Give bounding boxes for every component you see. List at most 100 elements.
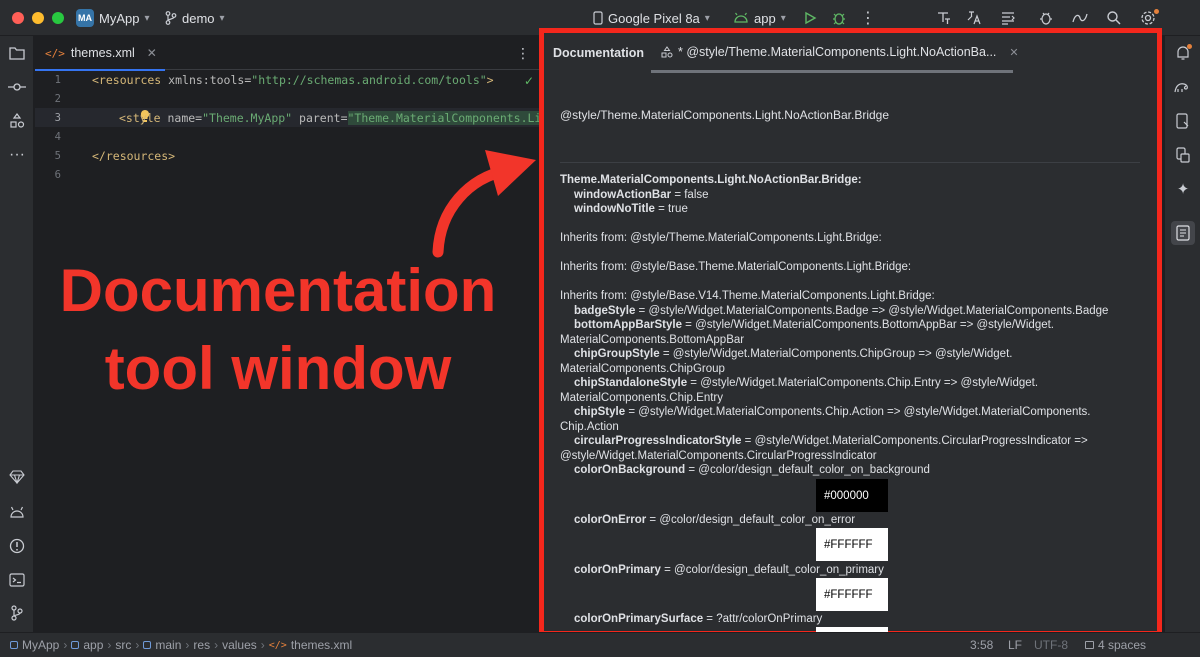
gemini-sparkle-icon[interactable]: ✦ [1173,179,1193,199]
doc-attr-cont: Chip.Action [560,420,619,433]
chevron-right-icon: › [63,638,68,652]
breadcrumb-item[interactable]: res [193,638,210,652]
line-number: 5 [54,150,61,162]
line-number: 3 [54,112,61,124]
doc-attr-line: chipStyle = @style/Widget.MaterialCompon… [574,406,1091,418]
update-dot [1154,9,1159,14]
project-name: MyApp [99,10,140,26]
close-window-button[interactable] [12,12,24,24]
documentation-icon[interactable] [1171,221,1195,245]
code-line-5: </resources> [92,149,176,163]
doc-reference: @style/Theme.MaterialComponents.Light.No… [560,108,890,122]
version-control-icon[interactable] [7,603,27,623]
logcat-icon[interactable] [998,8,1018,28]
doc-attr-line: colorOnError = @color/design_default_col… [574,514,856,526]
more-tools-icon[interactable]: ··· [7,145,27,165]
right-tool-strip: ✦ [1164,36,1200,632]
unlocked-icon [1085,641,1094,649]
doc-attr-line: colorOnBackground = @color/design_defaul… [574,464,930,476]
doc-attr-line: windowActionBar = false [574,188,709,201]
terminal-icon[interactable] [7,570,27,590]
doc-tab-indicator [651,70,1013,73]
doc-divider [560,162,1140,163]
folder-icon [143,641,152,649]
notifications-icon[interactable] [1173,43,1193,63]
doc-attr-line: colorOnPrimarySurface = ?attr/colorOnPri… [574,613,823,625]
problems-icon[interactable] [7,536,27,556]
annotation-label: Documentation tool window [18,252,538,408]
doc-attr-line: windowNoTitle = true [574,203,688,215]
line-number: 1 [54,74,61,86]
notification-dot [1187,44,1192,49]
branch-name: demo [182,10,215,26]
close-icon[interactable]: ✕ [147,46,157,60]
chevron-right-icon: › [107,638,112,652]
branch-selector[interactable]: demo ▾ [165,0,225,36]
editor-tab-bar: </> themes.xml ✕ ⋮ [35,36,540,71]
doc-attr-line: bottomAppBarStyle = @style/Widget.Materi… [574,319,1055,331]
project-folder-icon[interactable] [7,43,27,63]
chevron-right-icon: › [185,638,190,652]
doc-inherits: Inherits from: @style/Base.Theme.Materia… [560,261,912,273]
style-resource-icon [661,46,673,58]
bug-icon[interactable] [1036,8,1056,28]
close-icon[interactable]: ✕ [1009,46,1018,59]
color-swatch: #FFFFFF [816,528,888,561]
search-icon[interactable] [1104,8,1124,28]
documentation-tool-window: Documentation * @style/Theme.MaterialCom… [539,28,1162,636]
caret-position[interactable]: 3:58 [970,638,993,652]
xml-file-icon: </> [45,46,65,60]
chevron-right-icon: › [214,638,219,652]
debug-icon[interactable] [829,8,849,28]
line-separator[interactable]: LF [1008,638,1022,652]
project-selector[interactable]: MA MyApp ▾ [76,0,150,36]
doc-attr-line: chipStandaloneStyle = @style/Widget.Mate… [574,377,1039,389]
doc-theme-header: Theme.MaterialComponents.Light.NoActionB… [560,174,862,186]
chevron-down-icon: ▾ [219,12,225,24]
breadcrumb-item[interactable]: MyApp [22,638,59,652]
module-icon [10,641,18,649]
device-file-icon[interactable] [1173,111,1193,131]
line-number: 2 [54,93,61,105]
breadcrumb-item[interactable]: main [155,638,181,652]
device-name: Google Pixel 8a [608,10,700,26]
commit-icon[interactable] [7,77,27,97]
indent-label: 4 spaces [1098,638,1147,652]
minimize-window-button[interactable] [32,12,44,24]
doc-inherits: Inherits from: @style/Theme.MaterialComp… [560,232,882,244]
device-manager-icon[interactable] [7,502,27,522]
run-config-name: app [754,10,776,26]
translate-icon[interactable] [965,8,985,28]
app-quality-icon[interactable] [1070,8,1090,28]
git-branch-icon [165,11,177,25]
zoom-window-button[interactable] [52,12,64,24]
layout-inspector-icon[interactable] [934,8,954,28]
check-icon: ✓ [524,74,535,88]
gem-icon[interactable] [7,467,27,487]
phone-icon [593,11,603,25]
more-tabs-icon[interactable]: ⋮ [516,45,530,62]
run-icon[interactable] [800,8,820,28]
color-swatch: #000000 [816,479,888,512]
breadcrumb-item[interactable]: app [83,638,103,652]
doc-attr-line: circularProgressIndicatorStyle = @style/… [574,435,1088,447]
breadcrumb: MyApp › app › src › main › res › values … [10,638,352,652]
doc-inherits: Inherits from: @style/Base.V14.Theme.Mat… [560,290,935,302]
code-line-1: <resources xmlns:tools="http://schemas.a… [92,73,494,87]
breadcrumb-item[interactable]: themes.xml [291,638,352,652]
file-encoding[interactable]: UTF-8 [1034,638,1068,652]
tab-themes-xml[interactable]: </> themes.xml ✕ [35,36,165,71]
breadcrumb-item[interactable]: src [115,638,131,652]
indent-setting[interactable]: 4 spaces [1085,638,1146,652]
running-devices-icon[interactable] [1173,145,1193,165]
lightbulb-icon[interactable] [97,90,151,122]
more-actions-icon[interactable]: ⋮ [858,8,878,28]
chevron-down-icon: ▾ [144,12,150,24]
status-bar: MyApp › app › src › main › res › values … [0,632,1200,657]
doc-attr-cont: @style/Widget.MaterialComponents.Circula… [560,449,877,462]
resource-manager-icon[interactable] [7,111,27,131]
doc-tab[interactable]: * @style/Theme.MaterialComponents.Light.… [661,45,1019,59]
gear-icon[interactable] [1138,8,1159,28]
breadcrumb-item[interactable]: values [222,638,257,652]
gradle-icon[interactable] [1173,77,1193,97]
